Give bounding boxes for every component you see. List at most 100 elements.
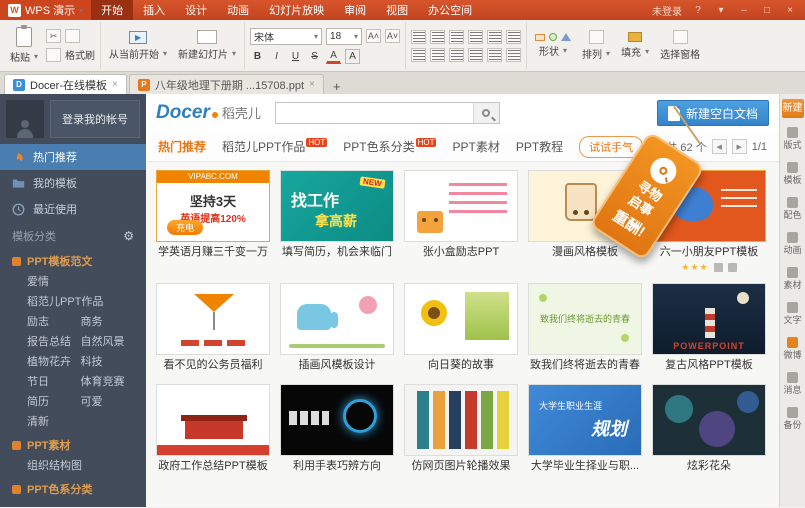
distribute-icon[interactable] (487, 48, 502, 62)
indent-icon[interactable] (468, 30, 483, 44)
category-link[interactable]: 自然风景 (81, 332, 135, 352)
panel-item-message[interactable]: 消息 (781, 372, 805, 395)
bold-button[interactable]: B (250, 49, 265, 64)
close-tab-icon[interactable]: × (112, 79, 118, 90)
play-from-current-button[interactable]: ▶ 从当前开始▾ (106, 31, 170, 61)
panel-item-material[interactable]: 素材 (781, 267, 805, 290)
panel-item-animation[interactable]: 动画 (781, 232, 805, 255)
doc-tab-docer[interactable]: D Docer-在线模板 × (4, 74, 127, 94)
template-tile[interactable]: 仿网页图片轮播效果 (399, 384, 523, 475)
bullets-icon[interactable] (411, 30, 426, 44)
menu-tab-design[interactable]: 设计 (175, 0, 217, 20)
menu-tab-home[interactable]: 开始 (91, 0, 133, 20)
italic-button[interactable]: I (269, 49, 284, 64)
menu-tab-animation[interactable]: 动画 (217, 0, 259, 20)
selection-pane-button[interactable]: 选择窗格 (657, 30, 703, 61)
cut-icon[interactable]: ✂ (46, 29, 61, 43)
help-icon[interactable]: ? (691, 5, 705, 16)
search-button[interactable] (473, 103, 499, 123)
panel-item-layout[interactable]: 版式 (781, 127, 805, 150)
character-border-button[interactable]: A (345, 49, 360, 64)
align-right-icon[interactable] (449, 48, 464, 62)
paste-button[interactable]: 粘贴▾ (7, 27, 41, 64)
align-left-icon[interactable] (411, 48, 426, 62)
outdent-icon[interactable] (449, 30, 464, 44)
menu-tab-view[interactable]: 视图 (376, 0, 418, 20)
category-link[interactable]: 商务 (81, 312, 135, 332)
login-button[interactable]: 登录我的帐号 (50, 100, 140, 138)
columns-icon[interactable] (506, 48, 521, 62)
minimize-button[interactable]: – (737, 5, 751, 16)
align-center-icon[interactable] (430, 48, 445, 62)
category-link[interactable]: 报告总结 (27, 332, 81, 352)
nav-tab-material[interactable]: PPT素材 (452, 138, 499, 155)
menu-tab-slideshow[interactable]: 幻灯片放映 (259, 0, 334, 20)
shapes-button[interactable]: 形状▾ (532, 33, 574, 58)
ad-button[interactable]: 充电 (167, 220, 203, 235)
menu-tab-review[interactable]: 审阅 (334, 0, 376, 20)
template-tile[interactable]: 炫彩花朵 (647, 384, 771, 475)
section-ppt-color[interactable]: PPT色系分类 (0, 478, 146, 500)
next-page-button[interactable]: ▶ (732, 139, 747, 154)
category-link[interactable]: 清新 (27, 412, 81, 432)
gear-icon[interactable]: ⚙ (123, 229, 134, 243)
category-link[interactable]: 励志 (27, 312, 81, 332)
template-tile[interactable]: 看不见的公务员福利 (151, 283, 275, 374)
justify-icon[interactable] (468, 48, 483, 62)
login-status[interactable]: 未登录 (652, 3, 682, 18)
underline-button[interactable]: U (288, 49, 303, 64)
prev-page-button[interactable]: ◀ (712, 139, 727, 154)
panel-item-color[interactable]: 配色 (781, 197, 805, 220)
fill-button[interactable]: 填充▾ (618, 32, 652, 59)
template-tile[interactable]: 利用手表巧辨方向 (275, 384, 399, 475)
line-spacing-icon[interactable] (487, 30, 502, 44)
panel-item-template[interactable]: 模板 (781, 162, 805, 185)
template-tile[interactable]: 找工作 拿高薪 NEW 填写简历，机会来临门 (275, 170, 399, 273)
template-tile[interactable]: VIPABC.COM 坚持3天 英语提高120% 充电 学英语月赚三千变一万 (151, 170, 275, 273)
category-link[interactable]: 节日 (27, 372, 81, 392)
template-tile[interactable]: 大学生职业生涯 规划 大学毕业生择业与职... (523, 384, 647, 475)
section-ppt-material[interactable]: PPT素材 (0, 434, 146, 456)
font-color-button[interactable]: A (326, 49, 341, 64)
close-button[interactable]: × (783, 5, 797, 16)
doc-tab-ppt[interactable]: P 八年级地理下册期 ...15708.ppt × (129, 74, 324, 94)
sidebar-item-hot[interactable]: 热门推荐 (0, 144, 146, 170)
category-link[interactable]: 科技 (81, 352, 135, 372)
text-direction-icon[interactable] (506, 30, 521, 44)
new-tab-button[interactable]: + (326, 79, 348, 94)
template-tile[interactable]: POWERPOINT 复古风格PPT模板 (647, 283, 771, 374)
template-tile[interactable]: 张小盒励志PPT (399, 170, 523, 273)
panel-item-text[interactable]: 文字 (781, 302, 805, 325)
format-painter-button[interactable]: 格式刷 (46, 47, 95, 62)
decrease-font-icon[interactable]: A˅ (385, 29, 400, 43)
increase-font-icon[interactable]: A˄ (366, 29, 381, 43)
strikethrough-button[interactable]: S (307, 49, 322, 64)
copy-icon[interactable] (65, 29, 80, 43)
numbering-icon[interactable] (430, 30, 445, 44)
sidebar-item-my-templates[interactable]: 我的模板 (0, 170, 146, 196)
search-input[interactable] (276, 107, 473, 119)
new-blank-doc-button[interactable]: 新建空白文档 (657, 100, 769, 126)
maximize-button[interactable]: □ (760, 5, 774, 16)
panel-item-backup[interactable]: 备份 (781, 407, 805, 430)
font-name-select[interactable]: 宋体 ▾ (250, 28, 322, 45)
sidebar-item-recent[interactable]: 最近使用 (0, 196, 146, 222)
panel-new-button[interactable]: 新建 (782, 99, 804, 118)
category-link[interactable]: 简历 (27, 392, 81, 412)
wps-logo-menu[interactable]: W WPS 演示 ▾ (0, 0, 91, 20)
category-link[interactable]: 稻范儿PPT作品 (27, 292, 134, 312)
template-tile[interactable]: 政府工作总结PPT模板 (151, 384, 275, 475)
category-link[interactable]: 组织结构图 (27, 456, 134, 476)
template-tile[interactable]: 插画风模板设计 (275, 283, 399, 374)
font-size-select[interactable]: 18 ▾ (326, 28, 362, 45)
new-slide-button[interactable]: 新建幻灯片▾ (175, 30, 239, 61)
share-icon[interactable] (728, 263, 737, 272)
nav-tab-color-series[interactable]: PPT色系分类HOT (343, 138, 436, 155)
template-tile[interactable]: 致我们终将逝去的青春 致我们终将逝去的青春 (523, 283, 647, 374)
nav-tab-hot[interactable]: 热门推荐 (158, 138, 206, 155)
template-tile[interactable]: 向日葵的故事 (399, 283, 523, 374)
nav-tab-daofaner[interactable]: 稻范儿PPT作品HOT (222, 138, 327, 155)
nav-tab-tutorial[interactable]: PPT教程 (516, 138, 563, 155)
download-icon[interactable] (714, 263, 723, 272)
arrange-button[interactable]: 排列▾ (579, 30, 613, 61)
